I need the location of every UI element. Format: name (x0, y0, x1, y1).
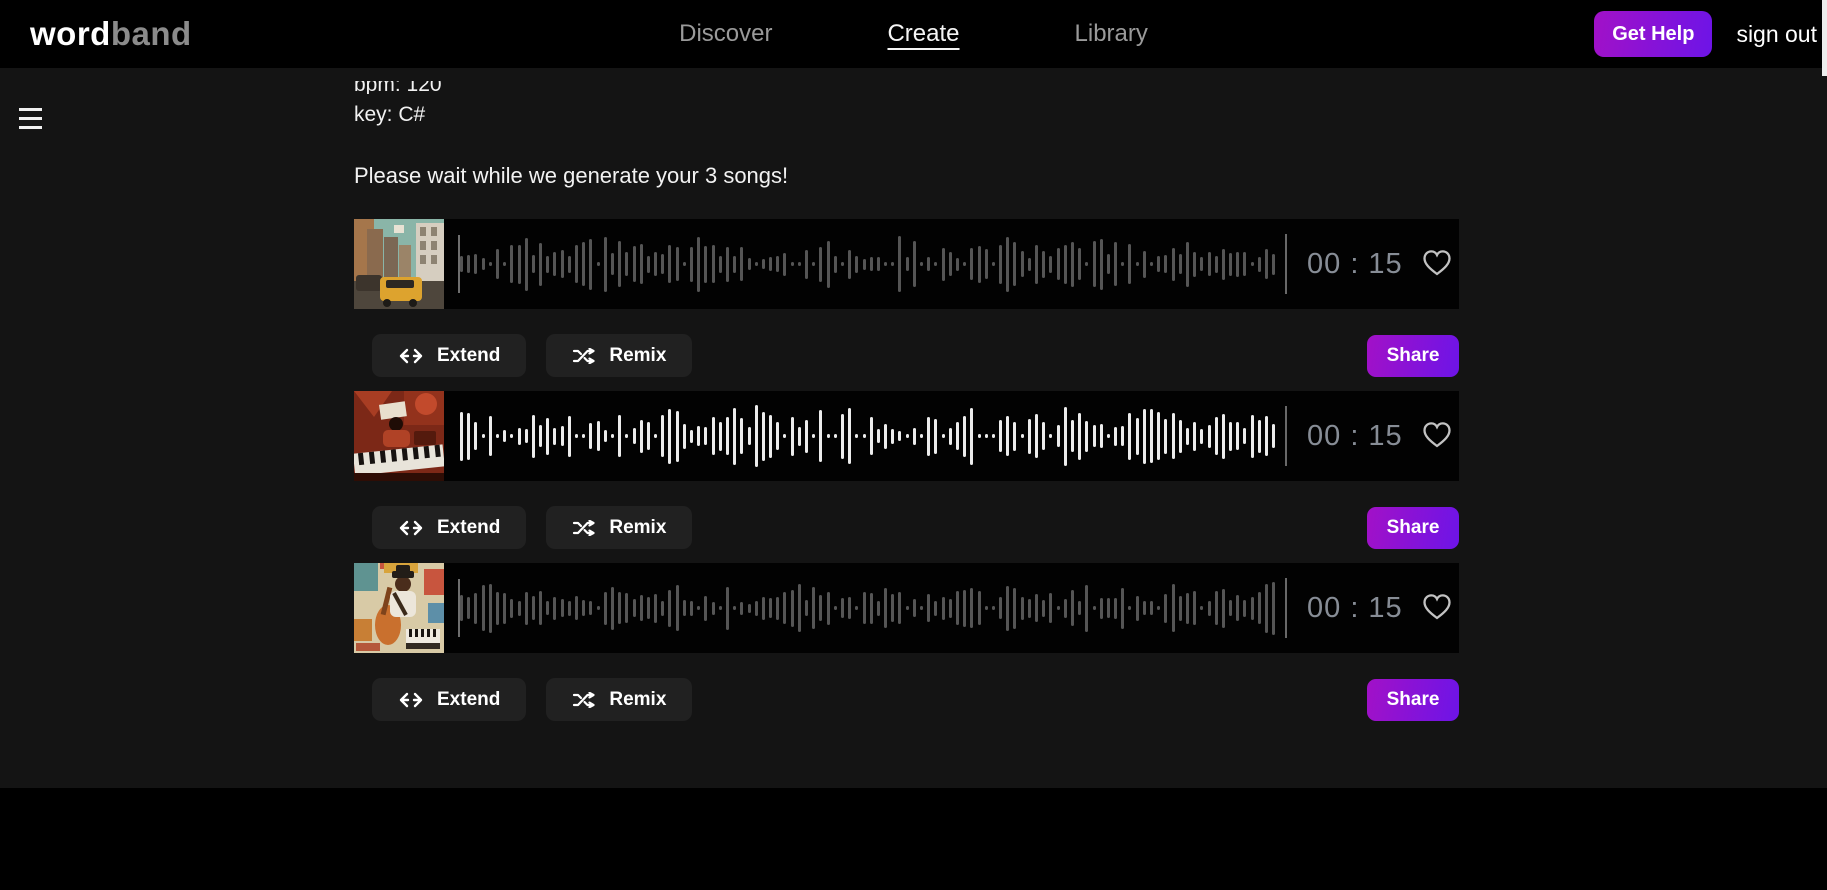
song-row: 00 : 15 (354, 219, 1459, 309)
scrollbar-thumb[interactable] (1822, 0, 1827, 76)
bpm-text: bpm: 120 (354, 81, 442, 94)
remix-label: Remix (609, 516, 667, 538)
get-help-button[interactable]: Get Help (1594, 11, 1713, 57)
shuffle-icon (573, 347, 595, 364)
waveform-seek-area[interactable] (444, 563, 1287, 653)
generated-songs-list: 00 : 15 Extend Remix Share 00: 15 Exten… (354, 219, 1459, 735)
song-row: 00 : 15 (354, 563, 1459, 653)
extend-arrows-icon (399, 348, 423, 363)
nav-link-library[interactable]: Library (1075, 20, 1148, 48)
favorite-button[interactable] (1421, 247, 1453, 281)
song-row: 00 : 15 (354, 391, 1459, 481)
album-art-image-red-pianist (354, 391, 444, 481)
remix-button[interactable]: Remix (546, 506, 693, 549)
duration-label: 00 : 15 (1307, 591, 1403, 624)
waveform-seek-area[interactable] (444, 391, 1287, 481)
share-button[interactable]: Share (1367, 506, 1459, 549)
heart-icon (1423, 250, 1451, 276)
generation-status-message: Please wait while we generate your 3 son… (354, 163, 789, 188)
app-page: wordband Discover Create Library Get Hel… (0, 0, 1827, 890)
nav-right-group: Get Help sign out (1594, 11, 1817, 57)
duration-label: 00 : 15 (1307, 419, 1403, 452)
remix-label: Remix (609, 344, 667, 366)
app-logo[interactable]: wordband (30, 15, 192, 53)
nav-link-discover[interactable]: Discover (679, 20, 772, 48)
song-actions-row: Extend Remix Share (354, 334, 1459, 377)
heart-icon (1423, 422, 1451, 448)
extend-arrows-icon (399, 520, 423, 535)
top-nav: wordband Discover Create Library Get Hel… (0, 0, 1827, 68)
duration-label: 00 : 15 (1307, 247, 1403, 280)
remix-button[interactable]: Remix (546, 334, 693, 377)
shuffle-icon (573, 519, 595, 536)
song-actions-row: Extend Remix Share (354, 506, 1459, 549)
album-art-image-jazz-musician (354, 563, 444, 653)
favorite-button[interactable] (1421, 591, 1453, 625)
extend-arrows-icon (399, 692, 423, 707)
main-nav-links: Discover Create Library (679, 20, 1148, 48)
hamburger-menu-icon[interactable] (19, 108, 42, 135)
extend-label: Extend (437, 344, 501, 366)
extend-button[interactable]: Extend (372, 334, 527, 377)
extend-label: Extend (437, 516, 501, 538)
sign-out-link[interactable]: sign out (1736, 21, 1817, 48)
album-art[interactable] (354, 219, 444, 309)
extend-label: Extend (437, 688, 501, 710)
nav-link-create[interactable]: Create (887, 20, 959, 48)
song-actions-row: Extend Remix Share (354, 678, 1459, 721)
shuffle-icon (573, 691, 595, 708)
prompt-composer-bar (0, 788, 1827, 890)
song-settings: bpm: 120 key: C# (354, 81, 442, 127)
album-art-image-city-taxi (354, 219, 444, 309)
share-button[interactable]: Share (1367, 678, 1459, 721)
waveform-seek-area[interactable] (444, 219, 1287, 309)
album-art[interactable] (354, 563, 444, 653)
heart-icon (1423, 594, 1451, 620)
favorite-button[interactable] (1421, 419, 1453, 453)
key-text: key: C# (354, 103, 426, 126)
extend-button[interactable]: Extend (372, 506, 527, 549)
album-art[interactable] (354, 391, 444, 481)
logo-word: word (30, 15, 111, 52)
share-button[interactable]: Share (1367, 334, 1459, 377)
extend-button[interactable]: Extend (372, 678, 527, 721)
remix-button[interactable]: Remix (546, 678, 693, 721)
remix-label: Remix (609, 688, 667, 710)
logo-band: band (110, 15, 192, 52)
